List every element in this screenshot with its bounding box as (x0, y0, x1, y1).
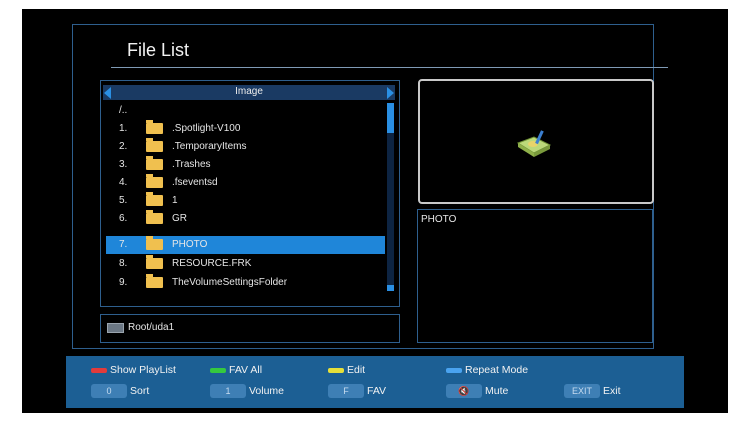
mute-icon: 🔇 (446, 384, 482, 398)
list-item-index: 5. (119, 195, 128, 206)
list-item-index: 7. (119, 239, 128, 250)
blue-key-icon (446, 367, 462, 373)
show-playlist-button[interactable]: Show PlayList (91, 364, 176, 376)
list-item-index: 2. (119, 141, 128, 152)
list-item[interactable]: 2. .TemporaryItems (106, 138, 385, 156)
list-item-index: 6. (119, 213, 128, 224)
list-header: Image (103, 85, 395, 100)
list-item[interactable]: 5. 1 (106, 192, 385, 210)
preview-pane (418, 79, 654, 204)
list-item-parent[interactable]: /.. (106, 102, 385, 120)
photo-icon (516, 130, 552, 157)
list-item[interactable]: 9. TheVolumeSettingsFolder (106, 274, 385, 292)
list-item-index: 9. (119, 277, 128, 288)
volume-label: Volume (249, 385, 285, 397)
scrollbar[interactable] (387, 103, 394, 291)
folder-icon (146, 192, 163, 206)
list-item[interactable]: 1. .Spotlight-V100 (106, 120, 385, 138)
exit-button[interactable]: EXIT Exit (564, 384, 621, 398)
folder-icon (146, 174, 163, 188)
show-playlist-label: Show PlayList (110, 364, 176, 377)
green-key-icon (210, 367, 226, 373)
page-title: File List (127, 40, 190, 60)
list-item-name: RESOURCE.FRK (172, 258, 252, 269)
folder-icon (146, 210, 163, 224)
exit-key-icon: EXIT (564, 384, 600, 398)
mute-button[interactable]: 🔇 Mute (446, 384, 508, 398)
exit-label: Exit (603, 385, 621, 397)
list-item[interactable]: 3. .Trashes (106, 156, 385, 174)
repeat-mode-label: Repeat Mode (465, 364, 529, 377)
list-item-name: .Trashes (172, 159, 211, 170)
list-item-name: /.. (119, 105, 128, 116)
folder-icon (146, 120, 163, 134)
info-title: PHOTO (421, 214, 457, 225)
folder-icon (146, 255, 163, 269)
red-key-icon (91, 367, 107, 373)
current-path: Root/uda1 (128, 322, 175, 333)
list-item-selected[interactable]: 7. PHOTO (106, 236, 385, 254)
list-item[interactable]: 4. .fseventsd (106, 174, 385, 192)
edit-label: Edit (347, 364, 366, 377)
list-item-name: .TemporaryItems (172, 141, 247, 152)
sort-label: Sort (130, 385, 150, 397)
list-item[interactable]: 6. GR (106, 210, 385, 228)
hard-drive-icon (107, 323, 124, 333)
edit-button[interactable]: Edit (328, 364, 365, 376)
help-bar: Show PlayList FAV All Edit Repeat Mode 0… (66, 356, 684, 408)
list-item-name: 1 (172, 195, 178, 206)
list-item-index: 1. (119, 123, 128, 134)
mute-label: Mute (485, 385, 509, 397)
zero-key-icon: 0 (91, 384, 127, 398)
fav-label: FAV (367, 385, 387, 397)
fav-button[interactable]: F FAV (328, 384, 386, 398)
folder-icon (146, 138, 163, 152)
list-item-index: 4. (119, 177, 128, 188)
right-arrow-icon[interactable] (387, 87, 394, 99)
scroll-down-icon[interactable] (387, 285, 394, 291)
fav-key-icon: F (328, 384, 364, 398)
list-item-name: .Spotlight-V100 (172, 123, 241, 134)
folder-icon (146, 236, 163, 250)
folder-icon (146, 156, 163, 170)
volume-button[interactable]: 1 Volume (210, 384, 284, 398)
file-list-panel: Image /.. 1. .Spotlight-V100 2. .Tempora… (100, 80, 400, 307)
list-item-name: GR (172, 213, 187, 224)
fav-all-button[interactable]: FAV All (210, 364, 262, 376)
list-header-label: Image (235, 86, 263, 97)
sort-button[interactable]: 0 Sort (91, 384, 149, 398)
folder-icon (146, 274, 163, 288)
yellow-key-icon (328, 367, 344, 373)
repeat-mode-button[interactable]: Repeat Mode (446, 364, 528, 376)
one-key-icon: 1 (210, 384, 246, 398)
title-divider (111, 67, 668, 68)
list-item-name: .fseventsd (172, 177, 218, 188)
list-item-index: 3. (119, 159, 128, 170)
fav-all-label: FAV All (229, 364, 263, 377)
list-item-index: 8. (119, 258, 128, 269)
list-item-name: PHOTO (172, 239, 208, 250)
path-bar: Root/uda1 (100, 314, 400, 343)
list-item[interactable]: 8. RESOURCE.FRK (106, 255, 385, 273)
list-item-name: TheVolumeSettingsFolder (172, 277, 288, 288)
scroll-thumb[interactable] (387, 103, 394, 133)
info-pane: PHOTO (417, 209, 653, 343)
